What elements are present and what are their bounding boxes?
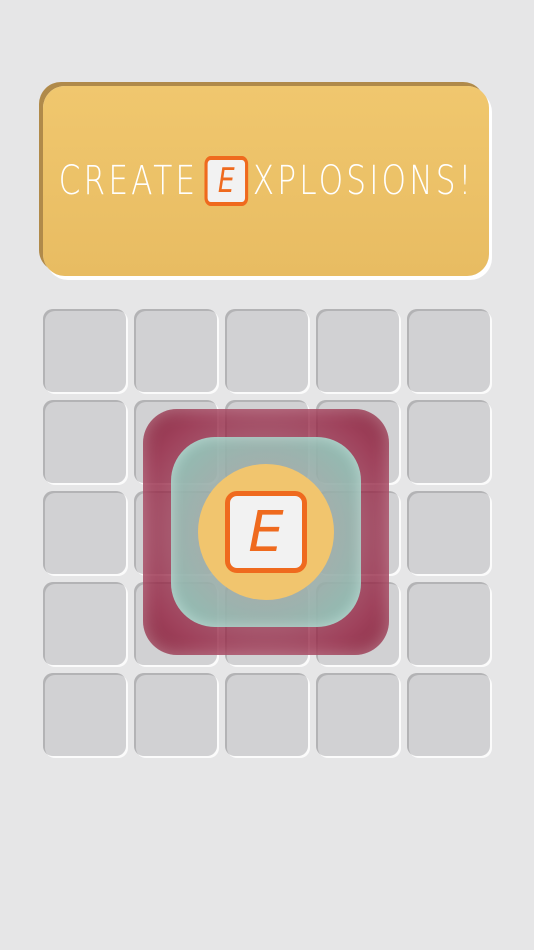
board-cell[interactable]	[407, 491, 490, 574]
board-cell[interactable]	[134, 309, 217, 392]
board-cell[interactable]	[43, 491, 126, 574]
board-cell[interactable]	[43, 400, 126, 483]
e-logo-icon: E	[204, 156, 248, 206]
center-tile-letter: E	[248, 499, 284, 565]
banner-title: CREATE E XPLOSIONS!	[58, 156, 474, 206]
board-cell[interactable]	[316, 309, 399, 392]
board-cell[interactable]	[134, 673, 217, 756]
board-cell[interactable]	[407, 309, 490, 392]
board-cell[interactable]	[407, 582, 490, 665]
banner-title-prefix: CREATE	[58, 158, 198, 204]
explosion-effect: E	[143, 409, 389, 655]
banner-title-suffix: XPLOSIONS!	[252, 158, 474, 204]
e-tile-icon[interactable]: E	[225, 491, 307, 573]
banner-logo-letter: E	[217, 161, 235, 201]
board-cell[interactable]	[225, 309, 308, 392]
title-banner: CREATE E XPLOSIONS!	[43, 86, 489, 276]
board-cell[interactable]	[43, 582, 126, 665]
board-cell[interactable]	[407, 400, 490, 483]
board-cell[interactable]	[43, 309, 126, 392]
board-cell[interactable]	[316, 673, 399, 756]
board-cell[interactable]	[43, 673, 126, 756]
board-cell[interactable]	[407, 673, 490, 756]
board-cell[interactable]	[225, 673, 308, 756]
explosion-core: E	[198, 464, 334, 600]
